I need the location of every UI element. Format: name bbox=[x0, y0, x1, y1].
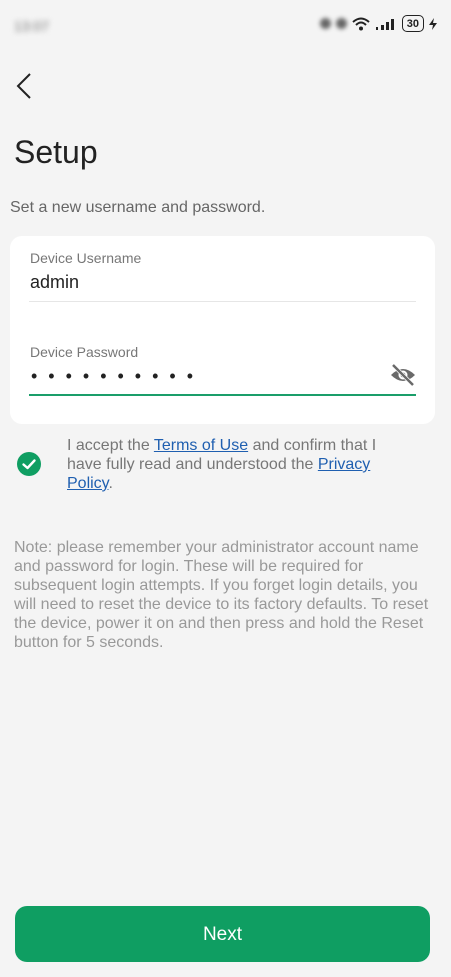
battery-icon: 30 bbox=[401, 15, 424, 32]
notification-icon bbox=[319, 18, 331, 29]
credentials-card: Device Username admin Device Password ••… bbox=[10, 236, 435, 424]
password-underline bbox=[29, 394, 416, 396]
terms-of-use-link[interactable]: Terms of Use bbox=[154, 437, 248, 454]
username-field[interactable]: admin bbox=[30, 272, 79, 293]
username-label: Device Username bbox=[30, 250, 142, 266]
status-bar: 13:07 30 bbox=[0, 0, 451, 56]
terms-checkbox[interactable] bbox=[17, 452, 41, 476]
charging-icon bbox=[429, 17, 437, 30]
next-button[interactable]: Next bbox=[15, 906, 430, 962]
status-time: 13:07 bbox=[14, 18, 50, 34]
username-underline bbox=[29, 301, 416, 302]
page-subtitle: Set a new username and password. bbox=[10, 199, 266, 216]
eye-slash-icon bbox=[391, 363, 415, 387]
status-icons: 30 bbox=[319, 15, 437, 32]
back-button[interactable] bbox=[10, 68, 42, 104]
signal-icon bbox=[375, 18, 394, 30]
check-circle-icon bbox=[17, 452, 41, 476]
wifi-icon bbox=[352, 17, 370, 30]
notification-icon bbox=[335, 18, 347, 29]
password-label: Device Password bbox=[30, 344, 139, 360]
reset-note: Note: please remember your administrator… bbox=[14, 539, 429, 651]
password-field[interactable]: •••••••••• bbox=[31, 366, 204, 387]
terms-suffix: . bbox=[108, 475, 113, 492]
terms-prefix: I accept the bbox=[67, 437, 154, 454]
terms-text: I accept the Terms of Use and confirm th… bbox=[67, 436, 412, 493]
toggle-password-visibility-button[interactable] bbox=[389, 363, 417, 387]
chevron-left-icon bbox=[16, 73, 31, 99]
page-title: Setup bbox=[14, 134, 98, 170]
